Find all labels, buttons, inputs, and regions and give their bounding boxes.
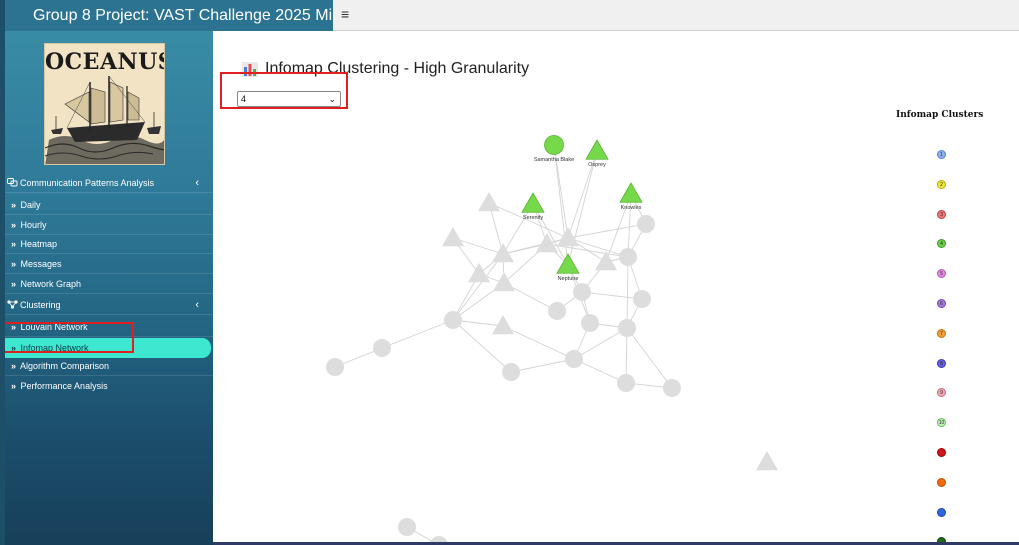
sidebar-item-label: Daily: [20, 200, 41, 210]
graph-node[interactable]: [326, 358, 344, 376]
graph-node[interactable]: [756, 451, 778, 471]
sidebar-item-network-graph[interactable]: » Network Graph: [5, 274, 213, 294]
cluster-icon: [7, 296, 18, 316]
chat-icon: [7, 174, 18, 194]
graph-node[interactable]: [444, 311, 462, 329]
legend-item: [937, 477, 946, 487]
graph-edge: [567, 237, 629, 258]
sidebar-section-communication[interactable]: Communication Patterns Analysis ‹: [5, 173, 213, 193]
sidebar-section-clustering[interactable]: Clustering ‹: [5, 295, 213, 315]
top-bar: ≡: [333, 0, 1019, 31]
node-label: Osprey: [588, 162, 606, 168]
sidebar-item-label: Messages: [20, 259, 62, 269]
double-chevron-icon: »: [11, 361, 17, 371]
graph-edge: [532, 203, 569, 266]
main-content: Samantha Blake Osprey Serenity Knowles Neptu…: [213, 31, 1019, 545]
sidebar-item-performance-analysis[interactable]: » Performance Analysis: [5, 376, 213, 396]
hamburger-icon[interactable]: ≡: [341, 6, 349, 22]
graph-edge: [581, 291, 643, 300]
sidebar-section-label: Communication Patterns Analysis: [20, 178, 155, 188]
node-label: Serenity: [523, 215, 543, 221]
graph-node[interactable]: [637, 215, 655, 233]
sidebar-item-algorithm-comparison[interactable]: » Algorithm Comparison: [5, 356, 213, 376]
highlighted-node[interactable]: [619, 182, 643, 203]
double-chevron-icon: »: [11, 239, 17, 249]
legend-item: [937, 448, 946, 457]
legend-item: 7: [937, 328, 946, 338]
annotation-highlight-box: [220, 72, 348, 109]
graph-node[interactable]: [478, 192, 500, 212]
graph-node[interactable]: [468, 263, 490, 283]
graph-edge: [381, 319, 454, 349]
graph-node[interactable]: [565, 350, 583, 368]
double-chevron-icon: »: [11, 200, 17, 210]
chevron-left-icon: ‹: [195, 177, 199, 189]
graph-edge: [627, 193, 632, 258]
graph-nodes: Samantha Blake Osprey Serenity Knowles Neptu…: [326, 135, 778, 545]
sidebar-item-label: Network Graph: [20, 279, 82, 289]
highlighted-node[interactable]: [521, 192, 545, 213]
graph-edge: [510, 358, 575, 373]
double-chevron-icon: »: [11, 220, 17, 230]
sidebar-section-label: Clustering: [20, 300, 61, 310]
graph-edge: [626, 256, 629, 329]
graph-node[interactable]: [442, 227, 464, 247]
legend-title: Infomap Clusters: [896, 110, 984, 120]
highlighted-node[interactable]: [544, 135, 564, 155]
app-title: Group 8 Project: VAST Challenge 2025 Min…: [5, 0, 333, 31]
sidebar-item-daily[interactable]: » Daily: [5, 195, 213, 215]
legend-item: 2: [937, 179, 946, 189]
sidebar-item-label: Performance Analysis: [20, 381, 108, 391]
graph-node[interactable]: [548, 302, 566, 320]
annotation-highlight-box: [3, 322, 134, 353]
double-chevron-icon: »: [11, 279, 17, 289]
graph-edge: [567, 223, 647, 239]
sidebar-item-hourly[interactable]: » Hourly: [5, 215, 213, 235]
node-label: Neptune: [558, 276, 579, 282]
graph-node[interactable]: [617, 374, 635, 392]
legend-item: [937, 507, 946, 517]
oceanus-logo: OCEANUS: [44, 43, 165, 165]
sidebar-item-label: Algorithm Comparison: [20, 361, 110, 371]
sidebar-item-messages[interactable]: » Messages: [5, 254, 213, 274]
sidebar-item-label: Heatmap: [20, 239, 58, 249]
chevron-left-icon: ‹: [195, 299, 199, 311]
graph-node[interactable]: [493, 272, 515, 292]
graph-node[interactable]: [619, 248, 637, 266]
graph-node[interactable]: [373, 339, 391, 357]
legend-item: 6: [937, 299, 946, 308]
graph-node[interactable]: [663, 379, 681, 397]
graph-node[interactable]: [398, 518, 416, 536]
graph-node[interactable]: [633, 290, 651, 308]
legend-item: 1: [937, 150, 946, 159]
double-chevron-icon: »: [11, 381, 17, 391]
sidebar-item-heatmap[interactable]: » Heatmap: [5, 234, 213, 254]
node-label: Knowles: [621, 205, 642, 211]
double-chevron-icon: »: [11, 259, 17, 269]
graph-node[interactable]: [502, 363, 520, 381]
node-label: Samantha Blake: [534, 157, 574, 163]
legend-item: 8: [937, 358, 946, 368]
legend-item: 3: [937, 209, 946, 219]
logo-text: OCEANUS: [45, 49, 165, 75]
graph-edge: [502, 325, 575, 360]
sidebar-edge: [0, 0, 5, 545]
graph-edge: [573, 327, 628, 360]
highlighted-node[interactable]: [585, 139, 609, 160]
sidebar-item-label: Hourly: [20, 220, 47, 230]
graph-node[interactable]: [618, 319, 636, 337]
graph-node[interactable]: [573, 283, 591, 301]
graph-node[interactable]: [581, 314, 599, 332]
